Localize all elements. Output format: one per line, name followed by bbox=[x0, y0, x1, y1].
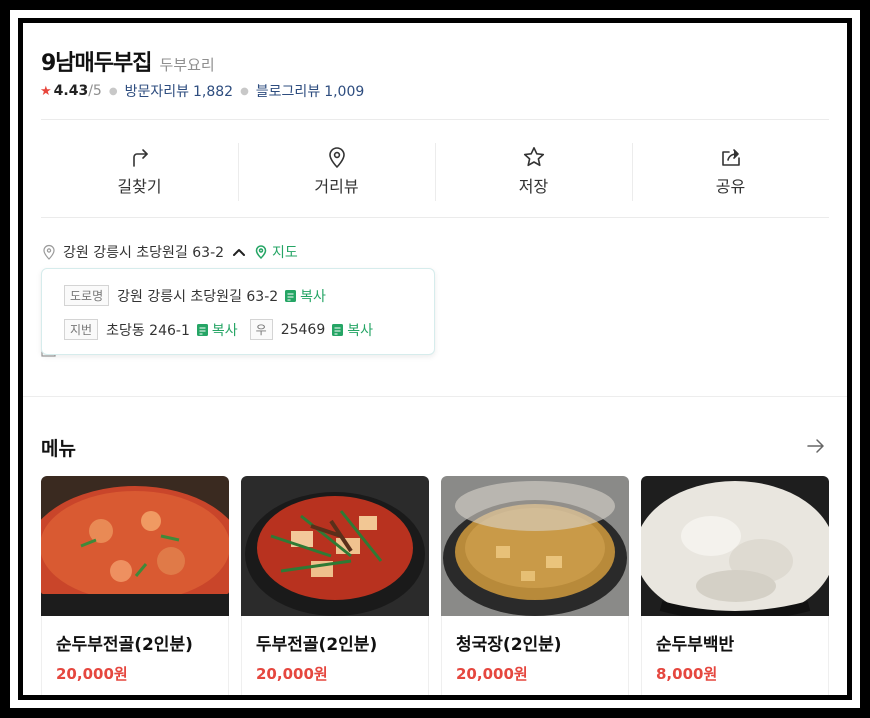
street-view-button[interactable]: 거리뷰 bbox=[238, 133, 435, 209]
road-address-line: 도로명 강원 강릉시 초당원길 63-2 복사 bbox=[64, 285, 326, 306]
menu-item-name: 두부전골(2인분) bbox=[256, 635, 378, 655]
menu-photo bbox=[441, 476, 629, 616]
directions-label: 길찾기 bbox=[117, 177, 162, 196]
lot-address-line: 지번 초당동 246-1 복사 우 25469 복사 bbox=[64, 319, 373, 340]
menu-item-price: 20,000원 bbox=[456, 665, 528, 683]
map-link-label: 지도 bbox=[272, 245, 298, 261]
action-bar: 길찾기 거리뷰 저장 공유 bbox=[41, 133, 829, 209]
menu-item-price: 20,000원 bbox=[56, 665, 128, 683]
share-button[interactable]: 공유 bbox=[632, 133, 829, 209]
share-icon bbox=[721, 149, 740, 166]
place-header: 9남매두부집 두부요리 bbox=[41, 45, 215, 77]
lot-address: 초당동 246-1 bbox=[106, 322, 190, 339]
menu-card[interactable]: 순두부전골(2인분) 20,000원 bbox=[41, 476, 229, 695]
arrow-right-icon[interactable] bbox=[806, 437, 826, 455]
menu-section-title: 메뉴 bbox=[41, 438, 76, 460]
menu-photo bbox=[241, 476, 429, 616]
copy-icon bbox=[332, 323, 344, 336]
directions-button[interactable]: 길찾기 bbox=[41, 133, 238, 209]
separator-dot: ● bbox=[240, 85, 249, 97]
menu-item-price: 20,000원 bbox=[256, 665, 328, 683]
menu-photo bbox=[641, 476, 829, 616]
address-detail-popup: 도로명 강원 강릉시 초당원길 63-2 복사 지번 초당동 246-1 복사 … bbox=[41, 268, 435, 355]
share-label: 공유 bbox=[715, 177, 746, 196]
visitor-review-count: 1,882 bbox=[192, 84, 234, 100]
copy-label: 복사 bbox=[300, 288, 326, 305]
separator-dot: ● bbox=[108, 85, 118, 97]
save-button[interactable]: 저장 bbox=[435, 133, 632, 209]
copy-label: 복사 bbox=[211, 322, 238, 339]
copy-lot-button[interactable]: 복사 bbox=[196, 320, 238, 340]
menu-item-name: 순두부전골(2인분) bbox=[56, 635, 193, 655]
visitor-review-link[interactable]: 방문자리뷰 1,882 bbox=[125, 81, 234, 101]
copy-label: 복사 bbox=[347, 322, 373, 339]
copy-postal-button[interactable]: 복사 bbox=[331, 320, 373, 340]
divider bbox=[41, 119, 829, 120]
map-link[interactable]: 지도 bbox=[254, 242, 298, 262]
star-icon bbox=[523, 147, 544, 167]
menu-card-list: 순두부전골(2인분) 20,000원 두부전골(2인분) 20,000원 청국장… bbox=[41, 476, 841, 695]
menu-item-name: 순두부백반 bbox=[656, 635, 735, 655]
rating-max: /5 bbox=[88, 83, 102, 99]
road-address: 강원 강릉시 초당원길 63-2 bbox=[117, 288, 279, 305]
address-summary: 강원 강릉시 초당원길 63-2 bbox=[63, 245, 225, 261]
divider bbox=[41, 217, 829, 218]
rating-star-icon: ★ bbox=[40, 83, 52, 99]
map-pin-icon bbox=[255, 245, 267, 259]
copy-icon bbox=[285, 289, 297, 302]
menu-card[interactable]: 순두부백반 8,000원 bbox=[641, 476, 829, 695]
blog-review-count: 1,009 bbox=[324, 84, 365, 100]
street-view-label: 거리뷰 bbox=[314, 177, 359, 196]
blog-review-link[interactable]: 블로그리뷰 1,009 bbox=[256, 81, 365, 101]
directions-icon bbox=[132, 149, 148, 167]
street-view-icon bbox=[328, 147, 345, 168]
copy-icon bbox=[196, 323, 208, 336]
menu-item-price: 8,000원 bbox=[656, 665, 718, 683]
copy-road-button[interactable]: 복사 bbox=[284, 286, 326, 306]
visitor-review-label: 방문자리뷰 bbox=[124, 84, 189, 100]
menu-item-name: 청국장(2인분) bbox=[456, 635, 562, 655]
address-row: 강원 강릉시 초당원길 63-2 지도 bbox=[41, 242, 298, 262]
menu-card[interactable]: 두부전골(2인분) 20,000원 bbox=[241, 476, 429, 695]
section-divider bbox=[23, 396, 847, 397]
lot-address-tag: 지번 bbox=[64, 319, 99, 340]
place-panel: 9남매두부집 두부요리 ★ 4.43 /5 ● 방문자리뷰 1,882 ● 블로그… bbox=[23, 23, 847, 695]
save-label: 저장 bbox=[518, 177, 549, 196]
blog-review-label: 블로그리뷰 bbox=[255, 84, 321, 100]
chevron-up-icon[interactable] bbox=[232, 245, 246, 259]
menu-photo bbox=[41, 476, 229, 616]
postal-code-tag: 우 bbox=[249, 319, 273, 340]
location-pin-icon bbox=[43, 244, 55, 260]
place-name: 9남매두부집 bbox=[41, 51, 153, 76]
postal-code: 25469 bbox=[280, 321, 326, 338]
rating-row: ★ 4.43 /5 ● 방문자리뷰 1,882 ● 블로그리뷰 1,009 bbox=[40, 81, 364, 101]
road-address-tag: 도로명 bbox=[64, 285, 110, 306]
place-category: 두부요리 bbox=[159, 56, 215, 74]
rating-score: 4.43 bbox=[53, 83, 89, 99]
menu-card[interactable]: 청국장(2인분) 20,000원 bbox=[441, 476, 629, 695]
